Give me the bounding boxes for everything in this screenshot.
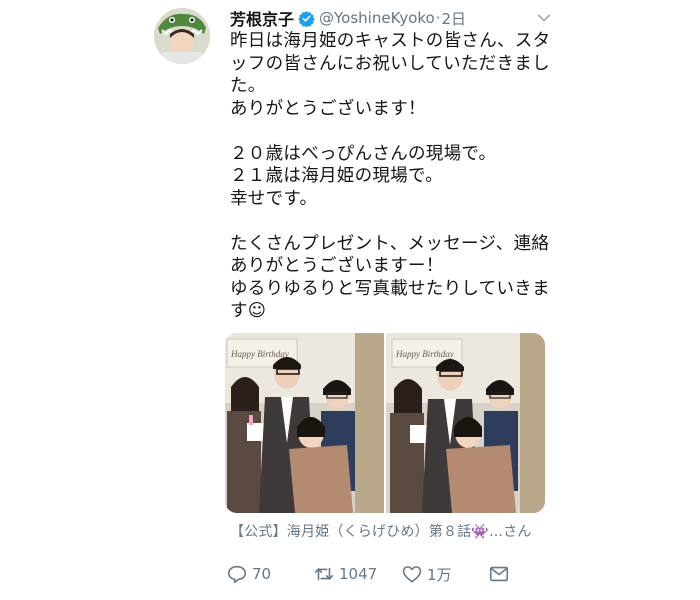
heart-icon [402, 566, 422, 583]
tweet-header: 芳根京子 @YoshineKyoko · 2日 [230, 7, 552, 29]
left-margin [0, 0, 134, 600]
tweet-text-line: ありがとうございます！ [230, 98, 426, 119]
like-button[interactable]: 1万 [401, 562, 452, 586]
tweet-text-line: ありがとうございますー！ [230, 256, 444, 276]
time-separator: · [435, 9, 441, 27]
photo-2-image: Happy Birthday [386, 333, 545, 513]
avatar-image [154, 8, 210, 64]
reply-button[interactable]: 70 [226, 562, 271, 586]
tweet-text-line: 幸せです。 [230, 188, 318, 209]
like-count: 1万 [427, 565, 452, 584]
envelope-icon [489, 566, 509, 582]
avatar[interactable] [154, 8, 210, 64]
timestamp[interactable]: 2日 [442, 8, 467, 29]
tweet-text-line: 昨日は海月姫のキャストの皆さん、スタ [230, 31, 551, 51]
tweet[interactable]: 芳根京子 @YoshineKyoko · 2日 昨日は海月姫のキャストの皆さん、… [134, 0, 566, 600]
right-margin [566, 0, 700, 600]
media-caption[interactable]: 【公式】海月姫（くらげひめ）第８話👾…さん [230, 521, 532, 541]
photo-1-image: Happy Birthday [225, 333, 384, 513]
tweet-text-line: た。 [230, 76, 266, 96]
photo-2[interactable]: Happy Birthday [386, 333, 545, 513]
tweet-text-line: す☺ [230, 301, 267, 321]
display-name[interactable]: 芳根京子 [230, 6, 294, 30]
tweet-text-line: ゆるりゆるりと写真載せたりしていきま [230, 278, 550, 299]
tweet-text-line: ッフの皆さんにお祝いしていただきまし [230, 53, 550, 74]
reply-count: 70 [252, 565, 272, 583]
verified-badge-icon [298, 10, 315, 27]
photo-1-sign-text: Happy Birthday [230, 349, 289, 359]
chevron-down-icon[interactable] [536, 10, 552, 26]
direct-message-button[interactable] [488, 562, 510, 586]
tweet-text-line: たくさんプレゼント、メッセージ、連絡 [230, 233, 550, 254]
tweet-text-line: ２０歳はべっぴんさんの現場で。 [230, 143, 497, 164]
retweet-icon [314, 567, 334, 581]
user-handle[interactable]: @YoshineKyoko [319, 9, 435, 27]
retweet-button[interactable]: 1047 [313, 562, 377, 586]
reply-icon [227, 565, 247, 584]
tweet-text-line: ２１歳は海月姫の現場で。 [230, 166, 443, 186]
tweet-text: 昨日は海月姫のキャストの皆さん、スタ ッフの皆さんにお祝いしていただきまし た。… [230, 30, 555, 323]
retweet-count: 1047 [339, 565, 378, 583]
photo-1[interactable]: Happy Birthday [225, 333, 384, 513]
tweet-actions: 70 1047 1万 [226, 562, 546, 586]
photo-2-sign-text: Happy Birthday [395, 349, 454, 359]
tweet-media[interactable]: Happy Birthday Happy Birthday [225, 333, 545, 513]
